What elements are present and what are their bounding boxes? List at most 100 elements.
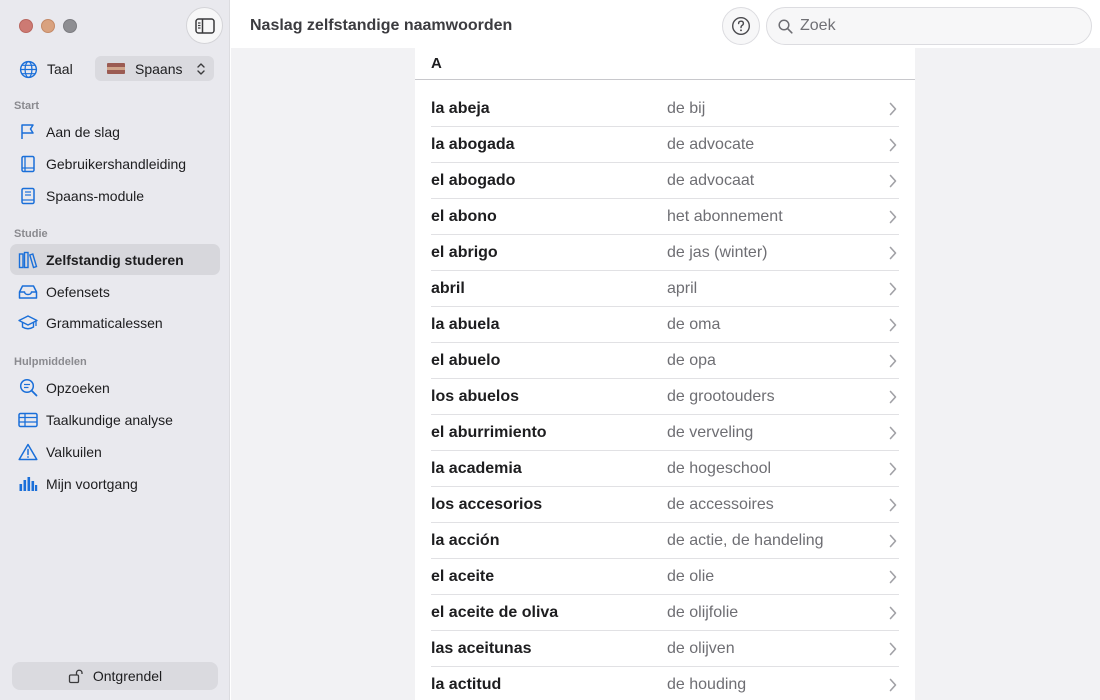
bar-chart-icon <box>18 474 38 494</box>
section-title-studie: Studie <box>14 228 48 240</box>
noun-row[interactable]: el abrigo de jas (winter) <box>431 235 899 271</box>
chevron-right-icon <box>887 174 899 188</box>
sidebar-item-zelfstandig-studeren[interactable]: Zelfstandig studeren <box>10 244 220 275</box>
magnifier-text-icon <box>18 378 38 398</box>
section-letter-header: A <box>415 48 915 80</box>
dutch-translation: de verveling <box>667 423 754 441</box>
sidebar-item-label: Aan de slag <box>46 123 120 140</box>
help-button[interactable] <box>722 7 760 45</box>
search-input[interactable] <box>800 17 1070 35</box>
dutch-translation: de houding <box>667 676 747 693</box>
chevron-right-icon <box>887 102 899 116</box>
chevron-right-icon <box>887 606 899 620</box>
dutch-translation: de jas (winter) <box>667 243 768 261</box>
chevron-right-icon <box>887 642 899 656</box>
close-window-button[interactable] <box>19 19 33 33</box>
sidebar-item-aan-de-slag[interactable]: Aan de slag <box>10 116 220 147</box>
dutch-translation: de grootouders <box>667 387 775 405</box>
section-title-hulpmiddelen: Hulpmiddelen <box>14 356 87 368</box>
sidebar-item-mijn-voortgang[interactable]: Mijn voortgang <box>10 468 220 499</box>
sidebar-item-taalkundige-analyse[interactable]: Taalkundige analyse <box>10 404 220 435</box>
noun-row[interactable]: la abogada de advocate <box>431 127 899 163</box>
chevron-right-icon <box>887 246 899 260</box>
chevron-right-icon <box>887 210 899 224</box>
chevron-right-icon <box>887 462 899 476</box>
sidebar-item-label: Grammaticalessen <box>46 314 163 331</box>
unlock-label: Ontgrendel <box>92 668 163 684</box>
spanish-noun: el abrigo <box>431 243 498 261</box>
noun-row[interactable]: la academia de hogeschool <box>431 451 899 487</box>
book-icon <box>18 154 38 174</box>
chevron-right-icon <box>887 354 899 368</box>
language-row: Taal Spaans <box>18 56 214 82</box>
noun-rows: la abeja de bij la abogada de advocate el ab… <box>415 91 915 700</box>
spanish-noun: el abuelo <box>431 351 501 369</box>
language-label: Taal <box>47 61 73 77</box>
dutch-translation: de advocate <box>667 135 755 153</box>
search-field[interactable] <box>766 7 1092 45</box>
noun-row[interactable]: la acción de actie, de handeling <box>431 523 899 559</box>
search-icon <box>778 18 793 34</box>
noun-row[interactable]: el abuelo de opa <box>431 343 899 379</box>
sidebar-item-label: Valkuilen <box>46 443 102 460</box>
chevron-right-icon <box>887 678 899 692</box>
noun-row[interactable]: la actitud de houding <box>431 667 899 700</box>
library-icon <box>18 250 38 270</box>
dutch-translation: de accessoires <box>667 495 774 513</box>
spanish-noun: las aceitunas <box>431 639 532 657</box>
globe-icon <box>18 59 38 79</box>
noun-row[interactable]: los abuelos de grootouders <box>431 379 899 415</box>
noun-row[interactable]: el abono het abonnement <box>431 199 899 235</box>
noun-row[interactable]: la abuela de oma <box>431 307 899 343</box>
sidebar-item-label: Opzoeken <box>46 379 110 396</box>
table-icon <box>18 410 38 430</box>
sidebar-item-spaans-module[interactable]: Spaans-module <box>10 180 220 211</box>
dutch-translation: de olie <box>667 567 715 585</box>
chevron-right-icon <box>887 534 899 548</box>
noun-row[interactable]: la abeja de bij <box>431 91 899 127</box>
sidebar-item-oefensets[interactable]: Oefensets <box>10 276 220 307</box>
spanish-noun: la acción <box>431 531 500 549</box>
noun-row[interactable]: el aceite de olie <box>431 559 899 595</box>
warning-triangle-icon <box>18 442 38 462</box>
noun-row[interactable]: las aceitunas de olijven <box>431 631 899 667</box>
dutch-translation: april <box>667 279 698 297</box>
module-book-icon <box>18 186 38 206</box>
noun-row[interactable]: abril april <box>431 271 899 307</box>
minimize-window-button[interactable] <box>41 19 55 33</box>
noun-row[interactable]: el aburrimiento de verveling <box>431 415 899 451</box>
spanish-noun: el aburrimiento <box>431 423 547 441</box>
spanish-noun: el abono <box>431 207 497 225</box>
sidebar-toggle-button[interactable] <box>186 7 223 44</box>
dutch-translation: de actie, de handeling <box>667 531 824 549</box>
dutch-translation: de olijven <box>667 639 735 657</box>
sidebar-item-gebruikershandleiding[interactable]: Gebruikershandleiding <box>10 148 220 179</box>
noun-row[interactable]: los accesorios de accessoires <box>431 487 899 523</box>
sidebar-item-grammaticalessen[interactable]: Grammaticalessen <box>10 307 220 338</box>
sidebar-item-opzoeken[interactable]: Opzoeken <box>10 372 220 403</box>
zoom-window-button[interactable] <box>63 19 77 33</box>
spanish-noun: los accesorios <box>431 495 543 513</box>
chevron-right-icon <box>887 570 899 584</box>
noun-list: A la abeja de bij la abogada de advocate el … <box>415 48 915 700</box>
main-content: Naslag zelfstandige naamwoorden A la abe… <box>231 0 1100 700</box>
graduation-cap-icon <box>18 313 38 333</box>
sidebar-item-label: Mijn voortgang <box>46 475 138 492</box>
dutch-translation: de oma <box>667 315 721 333</box>
dutch-translation: het abonnement <box>667 207 783 225</box>
unlock-button[interactable]: Ontgrendel <box>12 662 218 690</box>
content-gutter-left <box>231 48 415 700</box>
spanish-noun: los abuelos <box>431 387 520 405</box>
noun-row[interactable]: el aceite de oliva de olijfolie <box>431 595 899 631</box>
spanish-noun: la academia <box>431 459 522 477</box>
sidebar-item-label: Zelfstandig studeren <box>46 251 184 268</box>
spanish-noun: la abeja <box>431 99 490 117</box>
sidebar-item-label: Taalkundige analyse <box>46 411 173 428</box>
chevron-right-icon <box>887 390 899 404</box>
noun-row[interactable]: el abogado de advocaat <box>431 163 899 199</box>
language-select[interactable]: Spaans <box>95 56 214 81</box>
sidebar-item-valkuilen[interactable]: Valkuilen <box>10 436 220 467</box>
spanish-noun: el abogado <box>431 171 516 189</box>
tray-icon <box>18 282 38 302</box>
chevron-right-icon <box>887 426 899 440</box>
